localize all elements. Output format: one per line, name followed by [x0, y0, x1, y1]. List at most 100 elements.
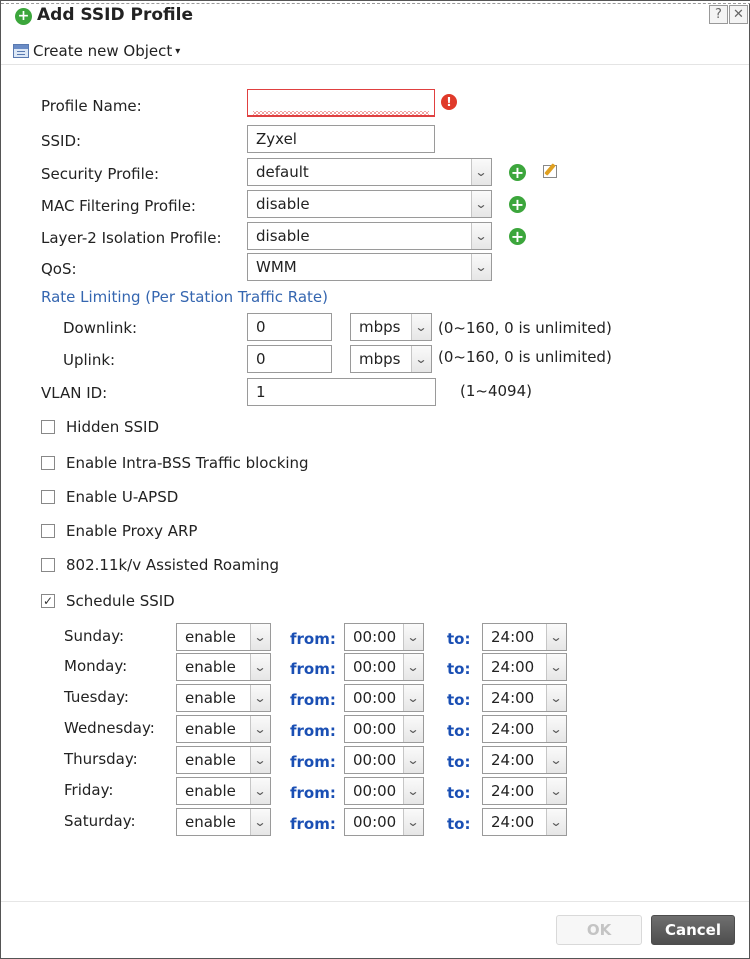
to-time-value: 24:00 — [491, 720, 535, 738]
schedule-row-wednesday: Wednesday: enable ⌄ from: 00:00 ⌄ to: 24:0… — [1, 715, 749, 743]
hidden-ssid-checkbox[interactable]: Hidden SSID — [41, 418, 159, 436]
from-time-select[interactable]: 00:00 ⌄ — [344, 623, 424, 651]
chevron-down-icon: ⌄ — [250, 685, 270, 711]
from-time-value: 00:00 — [353, 751, 397, 769]
to-label: to: — [447, 784, 471, 802]
layer2-isolation-profile-select[interactable]: disable ⌄ — [247, 222, 492, 250]
schedule-ssid-checkbox[interactable]: ✓ Schedule SSID — [41, 592, 175, 610]
chevron-down-icon: ⌄ — [546, 716, 566, 742]
checkbox-box[interactable] — [41, 558, 55, 572]
proxy-arp-checkbox[interactable]: Enable Proxy ARP — [41, 522, 197, 540]
intra-bss-blocking-checkbox[interactable]: Enable Intra-BSS Traffic blocking — [41, 454, 309, 472]
close-button[interactable]: ✕ — [729, 5, 748, 24]
uplink-unit-select[interactable]: mbps ⌄ — [350, 345, 432, 373]
from-time-select[interactable]: 00:00 ⌄ — [344, 684, 424, 712]
u-apsd-checkbox[interactable]: Enable U-APSD — [41, 488, 178, 506]
schedule-row-monday: Monday: enable ⌄ from: 00:00 ⌄ to: 24:00 ⌄ — [1, 653, 749, 681]
downlink-label: Downlink: — [63, 319, 138, 337]
qos-select[interactable]: WMM ⌄ — [247, 253, 492, 281]
uplink-input[interactable] — [247, 345, 332, 373]
chevron-down-icon: ⌄ — [250, 778, 270, 804]
day-state-select[interactable]: enable ⌄ — [176, 777, 271, 805]
add-layer2-isolation-profile-icon[interactable]: + — [509, 228, 526, 245]
chevron-down-icon: ⌄ — [546, 747, 566, 773]
from-label: from: — [290, 815, 336, 833]
check-icon[interactable]: ✓ — [41, 594, 55, 608]
day-state-select[interactable]: enable ⌄ — [176, 684, 271, 712]
ssid-input[interactable] — [247, 125, 435, 153]
profile-name-label: Profile Name: — [41, 97, 142, 115]
chevron-down-icon: ⌄ — [403, 778, 423, 804]
checkbox-label: Enable U-APSD — [66, 488, 179, 506]
checkbox-label: 802.11k/v Assisted Roaming — [66, 556, 280, 574]
ssid-label: SSID: — [41, 132, 82, 150]
cancel-button[interactable]: Cancel — [651, 915, 735, 945]
from-label: from: — [290, 660, 336, 678]
day-state-select[interactable]: enable ⌄ — [176, 653, 271, 681]
schedule-row-saturday: Saturday: enable ⌄ from: 00:00 ⌄ to: 24:00… — [1, 808, 749, 836]
security-profile-select[interactable]: default ⌄ — [247, 158, 492, 186]
layer2-isolation-profile-value: disable — [256, 227, 310, 245]
add-mac-filtering-profile-icon[interactable]: + — [509, 196, 526, 213]
day-state-value: enable — [185, 658, 236, 676]
from-time-select[interactable]: 00:00 ⌄ — [344, 746, 424, 774]
chevron-down-icon: ⌄ — [250, 747, 270, 773]
chevron-down-icon: ⌄ — [546, 778, 566, 804]
from-label: from: — [290, 784, 336, 802]
add-security-profile-icon[interactable]: + — [509, 164, 526, 181]
from-time-select[interactable]: 00:00 ⌄ — [344, 808, 424, 836]
from-time-select[interactable]: 00:00 ⌄ — [344, 715, 424, 743]
to-time-value: 24:00 — [491, 628, 535, 646]
mac-filtering-profile-select[interactable]: disable ⌄ — [247, 190, 492, 218]
create-new-object-button[interactable]: Create new Object ▾ — [13, 40, 180, 62]
downlink-unit-select[interactable]: mbps ⌄ — [350, 313, 432, 341]
chevron-down-icon: ⌄ — [471, 223, 491, 249]
to-time-select[interactable]: 24:00 ⌄ — [482, 684, 567, 712]
ok-button[interactable]: OK — [556, 915, 642, 945]
day-state-select[interactable]: enable ⌄ — [176, 715, 271, 743]
downlink-unit-value: mbps — [359, 318, 401, 336]
chevron-down-icon: ⌄ — [250, 809, 270, 835]
from-time-select[interactable]: 00:00 ⌄ — [344, 653, 424, 681]
day-label: Friday: — [64, 781, 114, 799]
to-time-select[interactable]: 24:00 ⌄ — [482, 623, 567, 651]
help-button[interactable]: ? — [709, 5, 728, 24]
from-label: from: — [290, 753, 336, 771]
to-time-select[interactable]: 24:00 ⌄ — [482, 715, 567, 743]
chevron-down-icon: ⌄ — [411, 346, 431, 372]
checkbox-box[interactable] — [41, 420, 55, 434]
vlan-id-hint: (1~4094) — [460, 382, 532, 400]
day-state-value: enable — [185, 782, 236, 800]
chevron-down-icon: ⌄ — [546, 624, 566, 650]
day-state-value: enable — [185, 751, 236, 769]
from-time-select[interactable]: 00:00 ⌄ — [344, 777, 424, 805]
to-time-select[interactable]: 24:00 ⌄ — [482, 653, 567, 681]
day-state-select[interactable]: enable ⌄ — [176, 746, 271, 774]
to-label: to: — [447, 630, 471, 648]
checkbox-label: Enable Intra-BSS Traffic blocking — [66, 454, 309, 472]
profile-name-input[interactable] — [247, 89, 435, 117]
schedule-row-thursday: Thursday: enable ⌄ from: 00:00 ⌄ to: 24:00… — [1, 746, 749, 774]
edit-icon[interactable] — [543, 165, 557, 178]
chevron-down-icon: ⌄ — [250, 716, 270, 742]
day-state-select[interactable]: enable ⌄ — [176, 808, 271, 836]
assisted-roaming-checkbox[interactable]: 802.11k/v Assisted Roaming — [41, 556, 279, 574]
toolbar: Create new Object ▾ — [1, 33, 749, 65]
checkbox-box[interactable] — [41, 456, 55, 470]
checkbox-box[interactable] — [41, 490, 55, 504]
to-time-select[interactable]: 24:00 ⌄ — [482, 746, 567, 774]
to-label: to: — [447, 691, 471, 709]
day-state-select[interactable]: enable ⌄ — [176, 623, 271, 651]
schedule-row-tuesday: Tuesday: enable ⌄ from: 00:00 ⌄ to: 24:00 ⌄ — [1, 684, 749, 712]
downlink-input[interactable] — [247, 313, 332, 341]
chevron-down-icon: ⌄ — [546, 685, 566, 711]
to-time-value: 24:00 — [491, 813, 535, 831]
vlan-id-input[interactable] — [247, 378, 436, 406]
vlan-id-label: VLAN ID: — [41, 384, 108, 402]
to-label: to: — [447, 815, 471, 833]
checkbox-box[interactable] — [41, 524, 55, 538]
error-icon: ! — [441, 94, 457, 110]
to-label: to: — [447, 753, 471, 771]
to-time-select[interactable]: 24:00 ⌄ — [482, 777, 567, 805]
to-time-select[interactable]: 24:00 ⌄ — [482, 808, 567, 836]
